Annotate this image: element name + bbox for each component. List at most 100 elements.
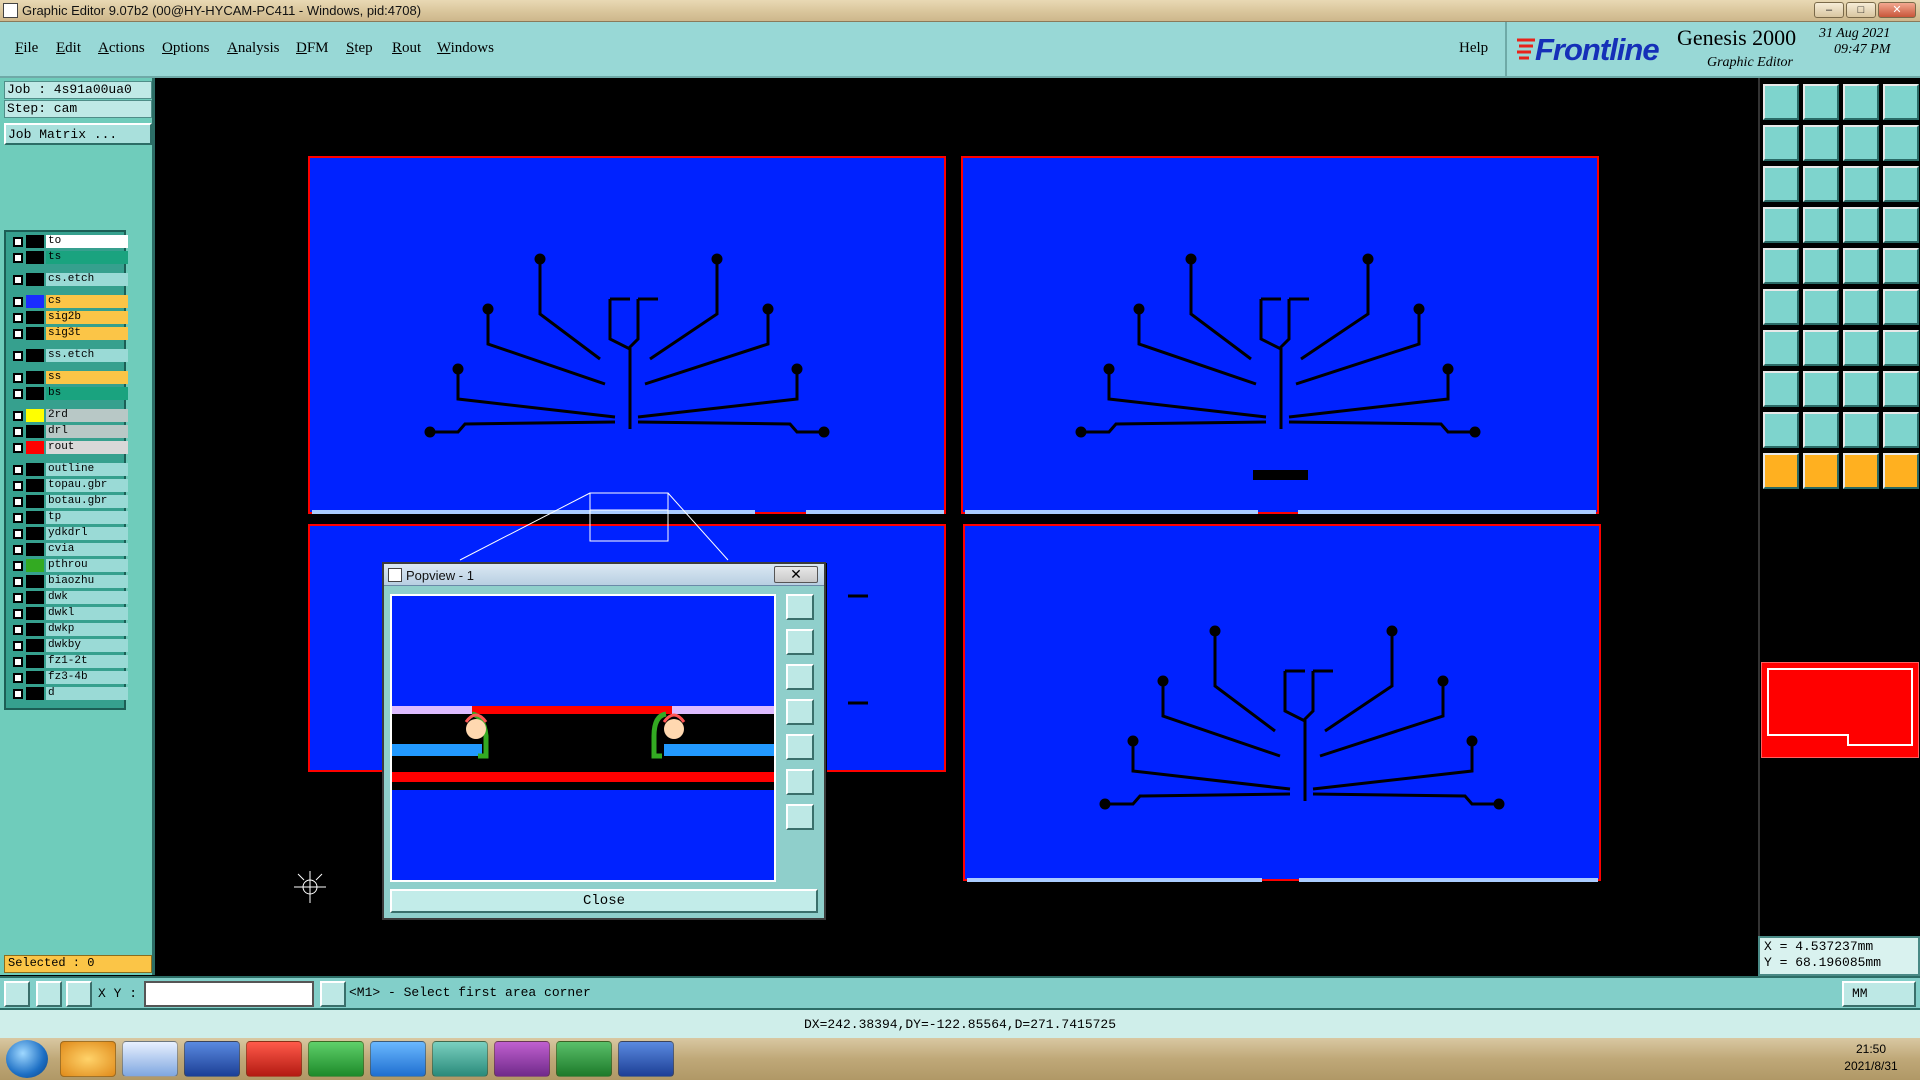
layer-checkbox[interactable] <box>13 625 23 635</box>
layer-checkbox[interactable] <box>13 443 23 453</box>
layer-row[interactable]: cs.etch <box>8 272 128 287</box>
layer-row[interactable]: outline <box>8 462 128 477</box>
zoom-center-icon[interactable] <box>1803 166 1839 202</box>
node-icon[interactable] <box>1843 289 1879 325</box>
measure-icon[interactable] <box>1763 207 1799 243</box>
layer-row[interactable]: dwkp <box>8 622 128 637</box>
taskbar-viewer-icon[interactable] <box>432 1041 488 1077</box>
system-tray-icons[interactable] <box>1670 1050 1820 1068</box>
slash-icon[interactable] <box>1803 330 1839 366</box>
units-selector[interactable]: MM <box>1842 981 1916 1007</box>
minus-icon[interactable] <box>1803 371 1839 407</box>
fence-icon[interactable] <box>1843 371 1879 407</box>
window-icon[interactable] <box>1883 84 1919 120</box>
popview-zoom-out-icon[interactable] <box>786 769 814 795</box>
zoom-full-icon[interactable] <box>1763 166 1799 202</box>
layer-row[interactable]: bs <box>8 386 128 401</box>
layer-checkbox[interactable] <box>13 513 23 523</box>
copy-icon[interactable] <box>1883 371 1919 407</box>
arc-icon[interactable] <box>1843 330 1879 366</box>
layer-row[interactable]: ss <box>8 370 128 385</box>
layer-row[interactable]: rout <box>8 440 128 455</box>
layer-checkbox[interactable] <box>13 351 23 361</box>
home-icon[interactable] <box>1843 84 1879 120</box>
layer-row[interactable]: sig3t <box>8 326 128 341</box>
snap-icon[interactable] <box>1803 207 1839 243</box>
start-button[interactable] <box>6 1040 48 1078</box>
connect-icon[interactable] <box>1763 289 1799 325</box>
taskbar-save-icon[interactable] <box>184 1041 240 1077</box>
layer-row[interactable]: to <box>8 234 128 249</box>
layer-row[interactable]: ydkdrl <box>8 526 128 541</box>
layer-checkbox[interactable] <box>13 497 23 507</box>
taskbar-word-icon[interactable] <box>618 1041 674 1077</box>
page-up-icon[interactable] <box>1763 84 1799 120</box>
a-outline-icon[interactable] <box>1883 412 1919 448</box>
popview-zoom-in-icon[interactable] <box>786 804 814 830</box>
popview-zoom-area-icon[interactable] <box>786 594 814 620</box>
taskbar-excel-icon[interactable] <box>556 1041 612 1077</box>
layer-checkbox[interactable] <box>13 529 23 539</box>
popview-pan-left-icon[interactable] <box>786 699 814 725</box>
menu-rout[interactable]: Rout <box>392 40 421 57</box>
popview-close-button[interactable]: Close <box>390 889 818 913</box>
select-box-icon[interactable] <box>1803 248 1839 284</box>
layer-checkbox[interactable] <box>13 545 23 555</box>
select-pad-icon[interactable] <box>1763 248 1799 284</box>
layer-row[interactable]: dwk <box>8 590 128 605</box>
info-icon[interactable] <box>320 981 346 1007</box>
layer-checkbox[interactable] <box>13 411 23 421</box>
popview-pan-down-icon[interactable] <box>786 664 814 690</box>
layer-checkbox[interactable] <box>13 561 23 571</box>
pointer-icon[interactable] <box>1763 453 1799 489</box>
taskbar-genesis-icon[interactable] <box>246 1041 302 1077</box>
snap-grid-icon[interactable] <box>4 981 30 1007</box>
pointer-alt-icon[interactable] <box>1843 453 1879 489</box>
layer-checkbox[interactable] <box>13 427 23 437</box>
menu-file[interactable]: File <box>15 40 38 57</box>
pad-add-icon[interactable] <box>1763 371 1799 407</box>
layer-checkbox[interactable] <box>13 329 23 339</box>
a-icon[interactable] <box>1803 412 1839 448</box>
menu-actions[interactable]: Actions <box>98 40 145 57</box>
layer-row[interactable]: dwkby <box>8 638 128 653</box>
layer-checkbox[interactable] <box>13 275 23 285</box>
line-icon[interactable] <box>1763 330 1799 366</box>
taskbar-app-shell-icon[interactable] <box>60 1041 116 1077</box>
layer-checkbox[interactable] <box>13 253 23 263</box>
overview-preview[interactable] <box>1761 662 1919 758</box>
layer-checkbox[interactable] <box>13 577 23 587</box>
layer-row[interactable]: topau.gbr <box>8 478 128 493</box>
zoom-fit-icon[interactable] <box>1843 125 1879 161</box>
ruler-icon[interactable] <box>1843 248 1879 284</box>
layer-checkbox[interactable] <box>13 609 23 619</box>
layer-checkbox[interactable] <box>13 297 23 307</box>
layer-checkbox[interactable] <box>13 641 23 651</box>
layer-row[interactable]: d <box>8 686 128 701</box>
zoom-1-2-icon[interactable] <box>1843 166 1879 202</box>
layer-up-icon[interactable] <box>1843 207 1879 243</box>
split-icon[interactable] <box>1883 289 1919 325</box>
menu-edit[interactable]: Edit <box>56 40 81 57</box>
menu-dfm[interactable]: DFM <box>296 40 329 57</box>
taskbar-xmanager-icon[interactable] <box>494 1041 550 1077</box>
page-down-icon[interactable] <box>1803 84 1839 120</box>
close-window-button[interactable]: ✕ <box>1878 2 1916 18</box>
layer-row[interactable]: ss.etch <box>8 348 128 363</box>
popview-pan-up-icon[interactable] <box>786 629 814 655</box>
layer-row[interactable]: fz3-4b <box>8 670 128 685</box>
layer-checkbox[interactable] <box>13 389 23 399</box>
layer-row[interactable]: botau.gbr <box>8 494 128 509</box>
layer-down-icon[interactable] <box>1883 207 1919 243</box>
zoom-window-icon[interactable] <box>1883 125 1919 161</box>
snap-angle-icon[interactable] <box>36 981 62 1007</box>
snap-grid-toggle-icon[interactable] <box>66 981 92 1007</box>
pan-left-icon[interactable] <box>1763 125 1799 161</box>
layer-row[interactable]: ts <box>8 250 128 265</box>
layer-checkbox[interactable] <box>13 373 23 383</box>
menu-help[interactable]: Help <box>1459 40 1488 57</box>
layer-row[interactable]: cs <box>8 294 128 309</box>
menu-step[interactable]: Step <box>346 40 373 57</box>
help-query-icon[interactable] <box>1883 166 1919 202</box>
layer-checkbox[interactable] <box>13 593 23 603</box>
